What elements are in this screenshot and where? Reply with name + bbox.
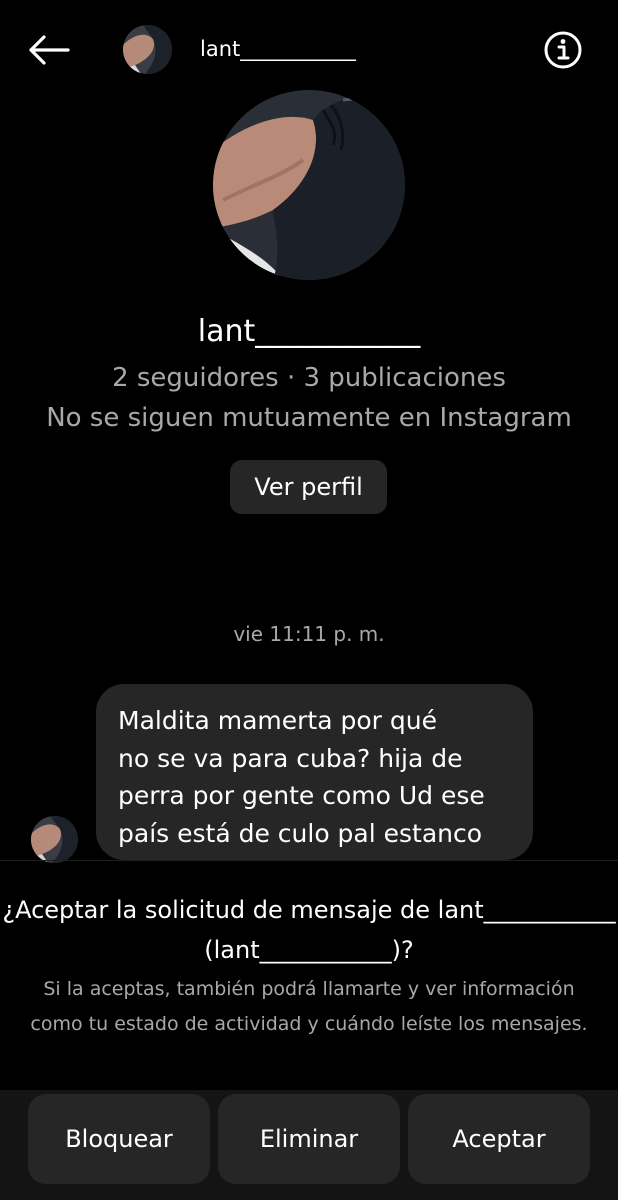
view-profile-button[interactable]: Ver perfil bbox=[230, 460, 387, 514]
request-description: Si la aceptas, también podrá llamarte y … bbox=[30, 978, 588, 1035]
sender-avatar[interactable] bbox=[31, 816, 78, 863]
profile-avatar[interactable] bbox=[213, 90, 405, 280]
profile-username: lant___________ bbox=[197, 314, 421, 349]
arrow-left-icon bbox=[26, 34, 70, 66]
top-bar: lant___________ bbox=[0, 0, 618, 100]
back-button[interactable] bbox=[22, 28, 74, 72]
profile-stats: 2 seguidores · 3 publicaciones bbox=[112, 363, 506, 393]
info-icon bbox=[543, 30, 583, 70]
accept-button[interactable]: Aceptar bbox=[408, 1094, 590, 1184]
header-avatar[interactable] bbox=[123, 25, 172, 74]
header-username[interactable]: lant___________ bbox=[200, 34, 356, 64]
block-button[interactable]: Bloquear bbox=[28, 1094, 210, 1184]
message-bubble[interactable]: Maldita mamerta por qué no se va para cu… bbox=[96, 684, 533, 860]
info-button[interactable] bbox=[541, 28, 585, 72]
divider bbox=[0, 860, 618, 861]
request-title: ¿Aceptar la solicitud de mensaje de lant… bbox=[2, 896, 616, 964]
mutual-follow-status: No se siguen mutuamente en Instagram bbox=[46, 403, 572, 433]
delete-button[interactable]: Eliminar bbox=[218, 1094, 400, 1184]
message-text: Maldita mamerta por qué no se va para cu… bbox=[118, 706, 485, 848]
message-timestamp: vie 11:11 p. m. bbox=[233, 622, 385, 646]
